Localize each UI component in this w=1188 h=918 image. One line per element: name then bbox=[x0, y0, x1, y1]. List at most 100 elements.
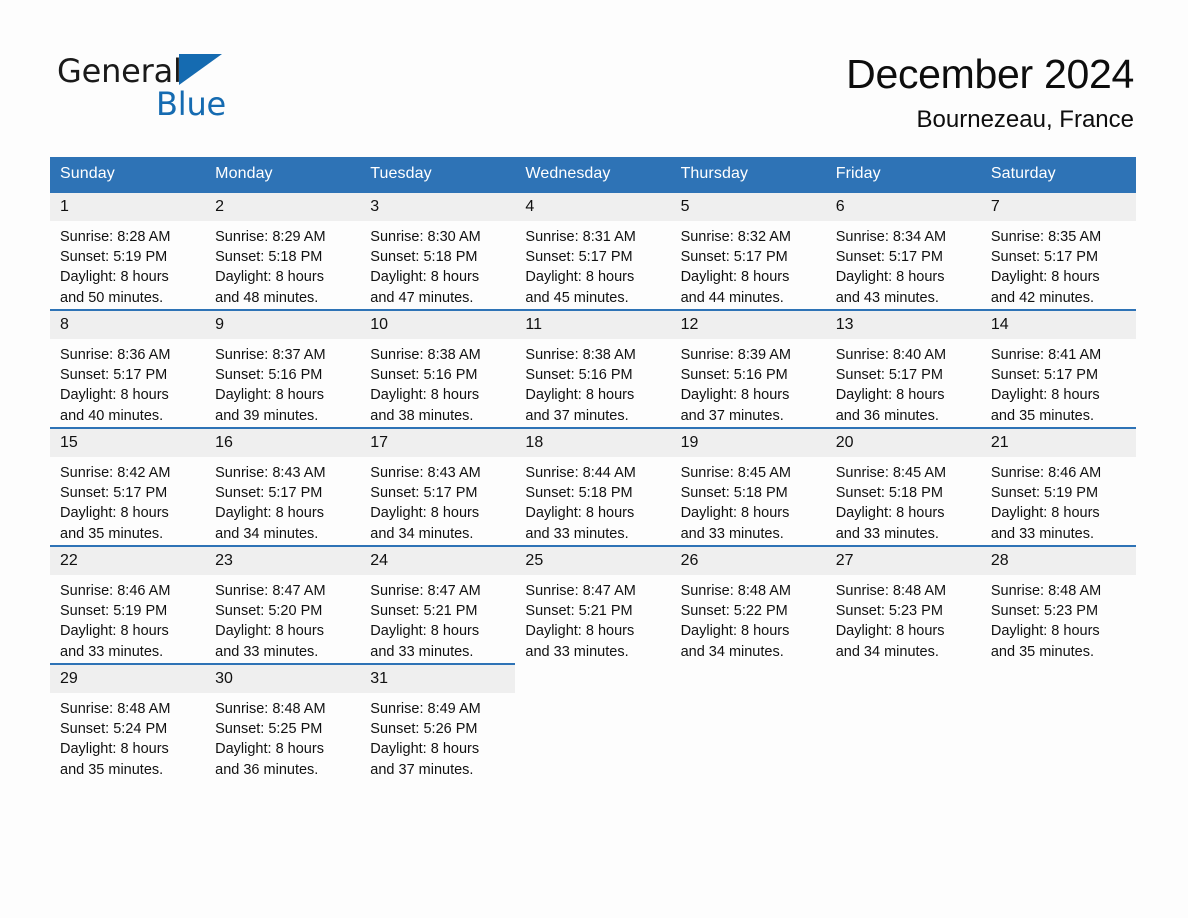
daylight-text-line2: and 45 minutes. bbox=[525, 289, 629, 306]
daylight-text-line1: Daylight: 8 hours bbox=[990, 269, 1100, 286]
daylight-text-line1: Daylight: 8 hours bbox=[680, 623, 790, 640]
day-info: Sunrise: 8:49 AM Sunset: 5:26 PM Daylight:… bbox=[360, 693, 515, 780]
calendar-day-cell[interactable]: 8 Sunrise: 8:36 AM Sunset: 5:17 PM Daylight… bbox=[50, 309, 206, 428]
calendar-day-cell[interactable]: 14 Sunrise: 8:41 AM Sunset: 5:17 PM Dayligh… bbox=[980, 309, 1136, 428]
day-info: Sunrise: 8:38 AM Sunset: 5:16 PM Daylight:… bbox=[360, 339, 515, 426]
sunset-text: Sunset: 5:17 PM bbox=[60, 367, 168, 384]
calendar-day-cell[interactable]: 10 Sunrise: 8:38 AM Sunset: 5:16 PM Dayligh… bbox=[360, 309, 516, 428]
daylight-text-line2: and 33 minutes. bbox=[525, 525, 629, 542]
page-title: December 2024 bbox=[846, 51, 1134, 97]
day-number bbox=[981, 664, 1136, 692]
sunset-text: Sunset: 5:18 PM bbox=[215, 249, 323, 266]
calendar-week-row: 8 Sunrise: 8:36 AM Sunset: 5:17 PM Daylight… bbox=[50, 309, 1136, 428]
day-number bbox=[826, 664, 981, 692]
daylight-text-line2: and 44 minutes. bbox=[680, 289, 784, 306]
daylight-text-line2: and 34 minutes. bbox=[215, 525, 319, 542]
calendar-day-cell[interactable]: 16 Sunrise: 8:43 AM Sunset: 5:17 PM Dayligh… bbox=[205, 427, 361, 546]
sunrise-text: Sunrise: 8:34 AM bbox=[835, 229, 947, 245]
daylight-text-line2: and 50 minutes. bbox=[60, 289, 164, 306]
calendar-day-cell[interactable]: 21 Sunrise: 8:46 AM Sunset: 5:19 PM Dayligh… bbox=[980, 427, 1136, 546]
day-number: 29 bbox=[50, 665, 206, 693]
calendar-day-cell[interactable]: 4 Sunrise: 8:31 AM Sunset: 5:17 PM Daylight… bbox=[515, 191, 671, 310]
calendar-day-cell[interactable]: 31 Sunrise: 8:49 AM Sunset: 5:26 PM Dayligh… bbox=[360, 663, 516, 781]
day-info: Sunrise: 8:46 AM Sunset: 5:19 PM Daylight:… bbox=[981, 457, 1136, 544]
calendar-day-cell[interactable]: 19 Sunrise: 8:45 AM Sunset: 5:18 PM Dayligh… bbox=[670, 427, 826, 546]
day-number: 27 bbox=[825, 547, 981, 575]
day-info: Sunrise: 8:48 AM Sunset: 5:23 PM Daylight:… bbox=[981, 575, 1136, 662]
day-number: 26 bbox=[670, 547, 826, 575]
calendar-day-cell[interactable]: 29 Sunrise: 8:48 AM Sunset: 5:24 PM Dayligh… bbox=[50, 663, 206, 781]
daylight-text-line2: and 35 minutes. bbox=[990, 643, 1095, 660]
daylight-text-line2: and 34 minutes. bbox=[835, 643, 939, 660]
daylight-text-line1: Daylight: 8 hours bbox=[60, 269, 169, 286]
day-info: Sunrise: 8:48 AM Sunset: 5:23 PM Daylight:… bbox=[826, 575, 981, 662]
daylight-text-line2: and 36 minutes. bbox=[835, 407, 939, 424]
weekday-header-thursday: Thursday bbox=[670, 157, 826, 192]
calendar-day-cell[interactable]: 27 Sunrise: 8:48 AM Sunset: 5:23 PM Dayligh… bbox=[825, 545, 981, 664]
calendar-day-cell[interactable]: 7 Sunrise: 8:35 AM Sunset: 5:17 PM Daylight… bbox=[980, 191, 1136, 310]
day-number: 6 bbox=[825, 193, 981, 221]
calendar-header-row: Sunday Monday Tuesday Wednesday Thursday… bbox=[50, 157, 1136, 192]
day-info: Sunrise: 8:34 AM Sunset: 5:17 PM Daylight:… bbox=[826, 221, 981, 308]
sunrise-text: Sunrise: 8:38 AM bbox=[370, 347, 481, 363]
day-info: Sunrise: 8:32 AM Sunset: 5:17 PM Daylight:… bbox=[671, 221, 826, 308]
day-number: 3 bbox=[360, 193, 516, 221]
calendar-day-cell[interactable]: 23 Sunrise: 8:47 AM Sunset: 5:20 PM Dayligh… bbox=[205, 545, 361, 664]
sunset-text: Sunset: 5:16 PM bbox=[370, 367, 478, 384]
calendar-day-cell[interactable]: 15 Sunrise: 8:42 AM Sunset: 5:17 PM Dayligh… bbox=[50, 427, 206, 546]
day-info: Sunrise: 8:28 AM Sunset: 5:19 PM Daylight:… bbox=[50, 221, 205, 308]
daylight-text-line1: Daylight: 8 hours bbox=[835, 623, 945, 640]
day-number: 16 bbox=[205, 429, 361, 457]
calendar-day-cell[interactable]: 25 Sunrise: 8:47 AM Sunset: 5:21 PM Dayligh… bbox=[515, 545, 671, 664]
daylight-text-line2: and 42 minutes. bbox=[990, 289, 1095, 306]
day-number: 12 bbox=[670, 311, 826, 339]
calendar-day-cell[interactable]: 6 Sunrise: 8:34 AM Sunset: 5:17 PM Daylight… bbox=[825, 191, 981, 310]
sunset-text: Sunset: 5:16 PM bbox=[680, 367, 788, 384]
day-number: 11 bbox=[515, 311, 671, 339]
calendar-page: General Blue December 2024 Bournezeau, F… bbox=[0, 0, 1188, 918]
day-info: Sunrise: 8:31 AM Sunset: 5:17 PM Daylight:… bbox=[515, 221, 670, 308]
calendar-day-cell[interactable]: 17 Sunrise: 8:43 AM Sunset: 5:17 PM Dayligh… bbox=[360, 427, 516, 546]
day-info: Sunrise: 8:48 AM Sunset: 5:24 PM Daylight:… bbox=[50, 693, 205, 780]
weekday-header-monday: Monday bbox=[205, 157, 361, 192]
calendar-day-cell[interactable]: 13 Sunrise: 8:40 AM Sunset: 5:17 PM Dayligh… bbox=[825, 309, 981, 428]
daylight-text-line1: Daylight: 8 hours bbox=[835, 505, 945, 522]
calendar-day-cell[interactable]: 22 Sunrise: 8:46 AM Sunset: 5:19 PM Dayligh… bbox=[50, 545, 206, 664]
calendar-week-row: 15 Sunrise: 8:42 AM Sunset: 5:17 PM Dayligh… bbox=[50, 427, 1136, 546]
calendar-day-cell[interactable]: 2 Sunrise: 8:29 AM Sunset: 5:18 PM Daylight… bbox=[205, 191, 361, 310]
calendar-day-cell[interactable]: 30 Sunrise: 8:48 AM Sunset: 5:25 PM Dayligh… bbox=[205, 663, 361, 781]
calendar-day-cell[interactable]: 18 Sunrise: 8:44 AM Sunset: 5:18 PM Dayligh… bbox=[515, 427, 671, 546]
weekday-header-friday: Friday bbox=[825, 157, 981, 192]
sunrise-text: Sunrise: 8:48 AM bbox=[215, 701, 326, 717]
general-blue-logo[interactable]: General Blue bbox=[57, 52, 347, 127]
day-number: 8 bbox=[50, 311, 206, 339]
day-info: Sunrise: 8:47 AM Sunset: 5:21 PM Daylight:… bbox=[515, 575, 670, 662]
daylight-text-line2: and 35 minutes. bbox=[990, 407, 1095, 424]
calendar-day-cell[interactable]: 20 Sunrise: 8:45 AM Sunset: 5:18 PM Dayligh… bbox=[825, 427, 981, 546]
calendar-day-cell[interactable]: 11 Sunrise: 8:38 AM Sunset: 5:16 PM Dayligh… bbox=[515, 309, 671, 428]
day-number: 4 bbox=[515, 193, 671, 221]
sunrise-text: Sunrise: 8:35 AM bbox=[990, 229, 1102, 245]
calendar-day-cell[interactable]: 12 Sunrise: 8:39 AM Sunset: 5:16 PM Dayligh… bbox=[670, 309, 826, 428]
sunset-text: Sunset: 5:17 PM bbox=[60, 485, 168, 502]
day-info: Sunrise: 8:47 AM Sunset: 5:20 PM Daylight:… bbox=[205, 575, 360, 662]
day-number: 1 bbox=[50, 193, 206, 221]
calendar-day-cell[interactable]: 9 Sunrise: 8:37 AM Sunset: 5:16 PM Daylight… bbox=[205, 309, 361, 428]
day-number: 17 bbox=[360, 429, 516, 457]
sunset-text: Sunset: 5:21 PM bbox=[370, 603, 478, 620]
calendar-day-cell[interactable]: 5 Sunrise: 8:32 AM Sunset: 5:17 PM Daylight… bbox=[670, 191, 826, 310]
sunrise-text: Sunrise: 8:48 AM bbox=[990, 583, 1102, 599]
calendar-day-cell[interactable]: 24 Sunrise: 8:47 AM Sunset: 5:21 PM Dayligh… bbox=[360, 545, 516, 664]
daylight-text-line2: and 34 minutes. bbox=[680, 643, 784, 660]
calendar-day-cell[interactable]: 26 Sunrise: 8:48 AM Sunset: 5:22 PM Dayligh… bbox=[670, 545, 826, 664]
sunset-text: Sunset: 5:23 PM bbox=[835, 603, 943, 620]
calendar-day-cell[interactable]: 28 Sunrise: 8:48 AM Sunset: 5:23 PM Dayligh… bbox=[980, 545, 1136, 664]
sunset-text: Sunset: 5:17 PM bbox=[680, 249, 788, 266]
sunrise-text: Sunrise: 8:30 AM bbox=[370, 229, 481, 245]
calendar-cell-empty bbox=[980, 664, 1136, 781]
day-info: Sunrise: 8:39 AM Sunset: 5:16 PM Daylight:… bbox=[671, 339, 826, 426]
sunrise-text: Sunrise: 8:32 AM bbox=[680, 229, 791, 245]
calendar-day-cell[interactable]: 3 Sunrise: 8:30 AM Sunset: 5:18 PM Daylight… bbox=[360, 191, 516, 310]
calendar-day-cell[interactable]: 1 Sunrise: 8:28 AM Sunset: 5:19 PM Daylight… bbox=[50, 191, 206, 310]
daylight-text-line1: Daylight: 8 hours bbox=[680, 269, 790, 286]
